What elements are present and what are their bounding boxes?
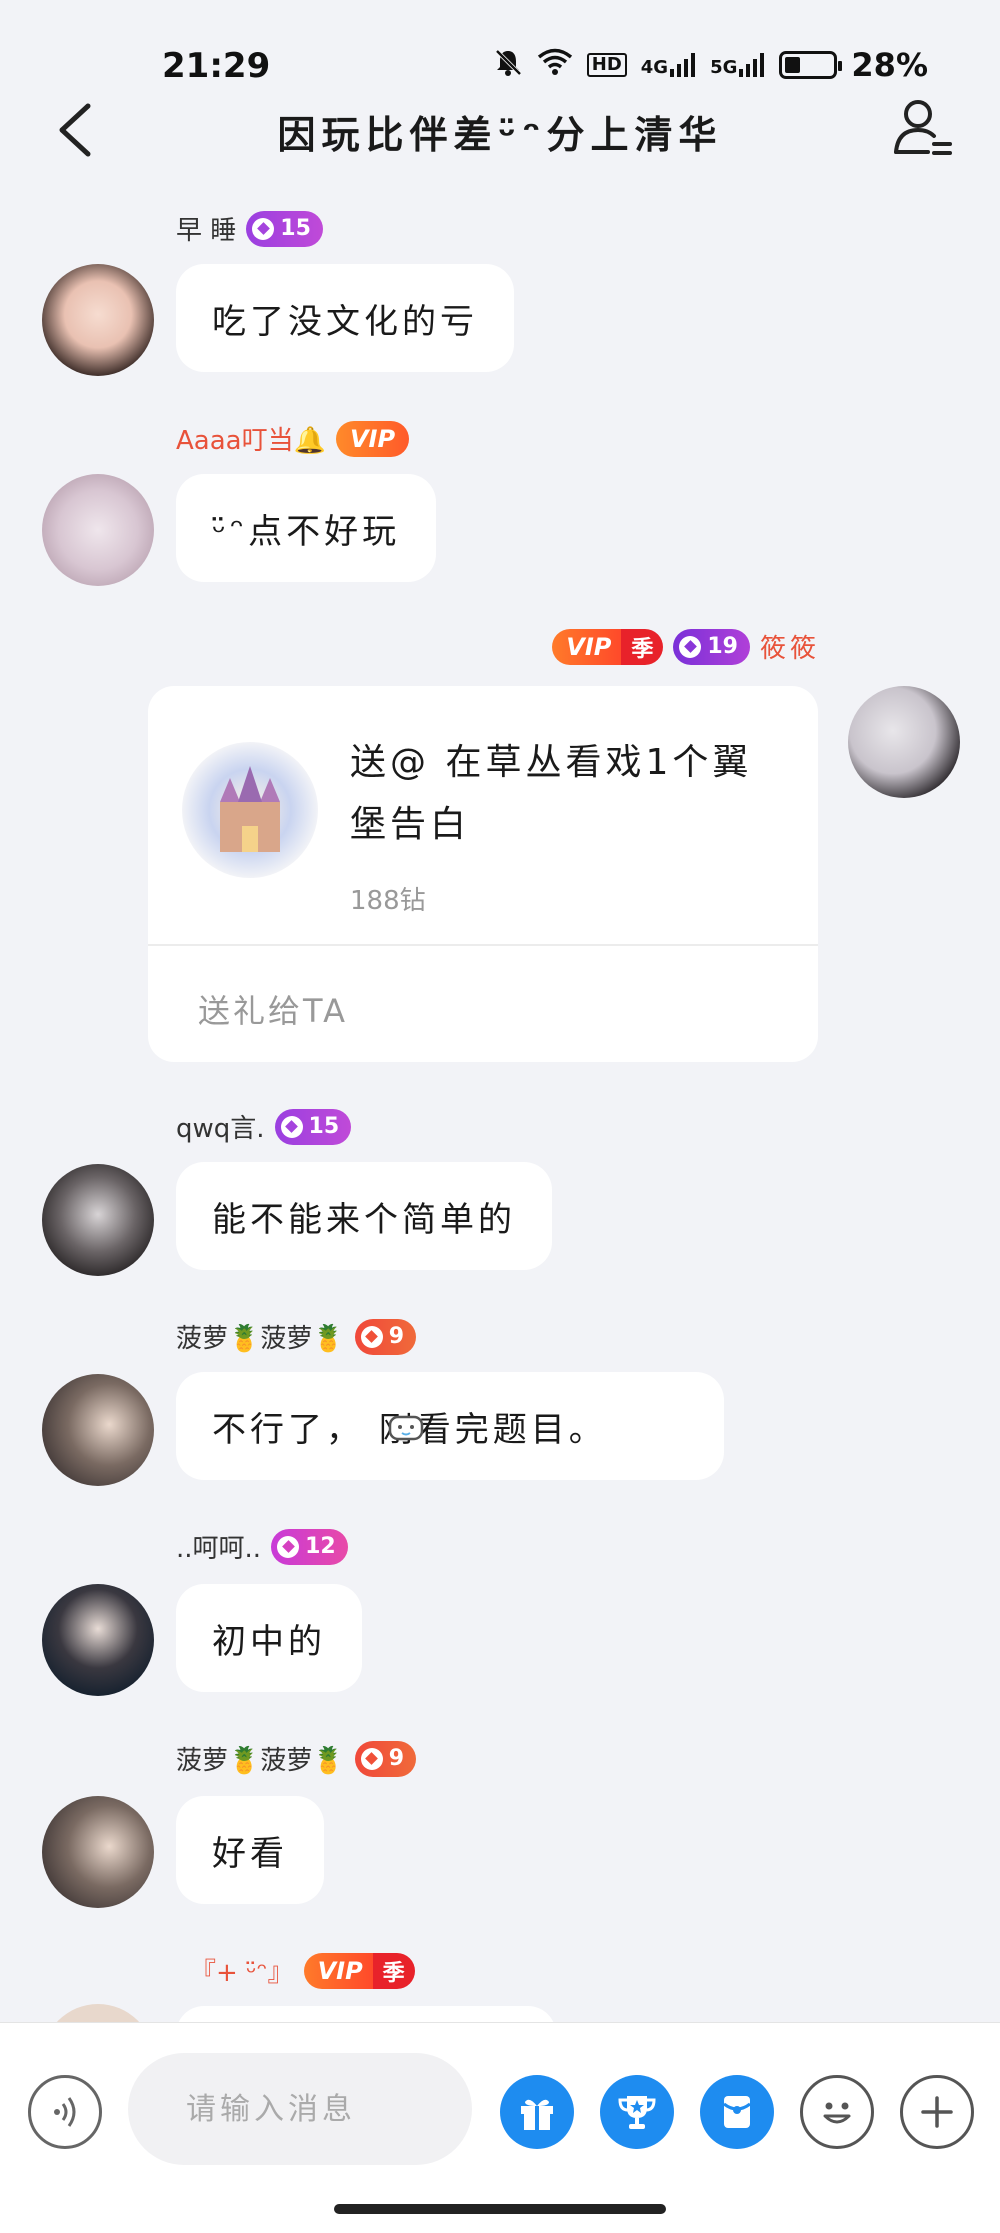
sender-name: Aaaa叮当🔔	[176, 426, 326, 456]
sender-name: qwq言.	[176, 1114, 265, 1144]
red-packet-button[interactable]	[700, 2075, 774, 2149]
battery-icon	[779, 51, 843, 79]
back-button[interactable]	[52, 98, 100, 162]
message-sender: qwq言. 15	[176, 1108, 352, 1145]
level-badge: 15	[274, 1108, 352, 1145]
signal-4g-icon: 4G	[641, 53, 696, 77]
chat-title: 因玩比伴差ᵕ̈ᵔ分上清华	[277, 113, 723, 157]
level-badge: 12	[271, 1528, 348, 1565]
emoji-icon	[388, 1415, 424, 1441]
gift-description: 送@ 在草丛看戏1个翼堡告白	[350, 742, 753, 845]
network-5g-label: 5G	[710, 57, 738, 78]
sender-name: 早 睡	[176, 216, 237, 246]
avatar[interactable]	[42, 474, 154, 586]
sender-name: 菠萝🍍菠萝🍍	[176, 1746, 345, 1776]
level-number: 19	[707, 634, 738, 659]
gift-icon	[521, 2099, 553, 2130]
trophy-icon	[618, 2096, 656, 2129]
message-sender: Aaaa叮当🔔 VIP	[176, 420, 410, 457]
vip-label: VIP	[303, 1952, 373, 1989]
season-label: 季	[621, 628, 664, 665]
diamond-icon	[360, 1325, 383, 1348]
smiley-icon	[823, 2102, 851, 2124]
vip-season-badge: VIP 季	[552, 628, 664, 665]
more-button[interactable]	[900, 2075, 974, 2149]
message-bubble[interactable]: 吃了没文化的亏	[176, 264, 514, 372]
network-4g-label: 4G	[640, 57, 669, 78]
sender-name: 菠萝🍍菠萝🍍	[176, 1324, 345, 1354]
vip-season-badge: VIP 季	[303, 1952, 415, 1989]
message-sender: 早 睡 15	[176, 210, 323, 247]
message-sender: 菠萝🍍菠萝🍍 9	[176, 1740, 417, 1777]
level-badge: 15	[246, 210, 323, 247]
group-members-button[interactable]	[892, 96, 954, 158]
red-packet-icon	[723, 2096, 751, 2128]
sender-name: 筱筱	[759, 634, 820, 664]
battery-percent: 28%	[851, 46, 928, 84]
message-bubble[interactable]: ᵕ̈ᵔ点不好玩	[176, 474, 437, 582]
bell-off-icon	[493, 47, 523, 84]
message-sender: 菠萝🍍菠萝🍍 9	[176, 1318, 417, 1355]
gift-button[interactable]	[500, 2075, 574, 2149]
voice-button[interactable]	[28, 2075, 102, 2149]
diamond-icon	[360, 1747, 383, 1770]
avatar[interactable]	[42, 1796, 154, 1908]
vip-label: VIP	[552, 628, 622, 665]
level-number: 12	[305, 1534, 336, 1559]
avatar[interactable]	[42, 264, 154, 376]
level-number: 9	[388, 1746, 405, 1771]
signal-5g-icon: 5G	[710, 53, 765, 77]
message-bubble[interactable]: 能不能来个简单的	[176, 1162, 552, 1270]
avatar[interactable]	[42, 1164, 154, 1276]
sender-name: ..呵呵..	[176, 1534, 262, 1564]
gift-card[interactable]: 送@ 在草丛看戏1个翼堡告白 188钻 送礼给TA	[148, 686, 818, 1062]
wifi-icon	[537, 48, 573, 83]
level-number: 15	[308, 1114, 340, 1139]
sender-name: 『+ ᵕ̈ᵔ』	[190, 1958, 294, 1988]
level-number: 9	[388, 1324, 405, 1349]
voice-icon	[54, 2097, 76, 2127]
diamond-icon	[679, 635, 702, 658]
diamond-icon	[277, 1535, 300, 1558]
battery-fill	[785, 57, 800, 73]
level-badge: 9	[354, 1740, 417, 1777]
chevron-left-icon	[59, 103, 91, 157]
level-number: 15	[280, 216, 311, 241]
avatar[interactable]	[42, 1374, 154, 1486]
divider	[148, 944, 818, 946]
diamond-icon	[280, 1115, 303, 1138]
diamond-icon	[252, 217, 275, 240]
status-time: 21:29	[162, 46, 271, 86]
send-gift-link[interactable]: 送礼给TA	[198, 986, 348, 1032]
message-bubble[interactable]: 不行了， 刚看完题目。	[176, 1372, 724, 1480]
season-label: 季	[372, 1952, 415, 1989]
plus-icon	[921, 2096, 953, 2128]
home-indicator[interactable]	[334, 2204, 666, 2214]
status-icons: HD 4G 5G 28%	[493, 46, 928, 84]
message-input[interactable]	[128, 2053, 472, 2165]
message-sender: 『+ ᵕ̈ᵔ』 VIP 季	[190, 1952, 415, 1989]
user-list-icon	[894, 100, 952, 155]
message-sender: ..呵呵.. 12	[176, 1528, 348, 1565]
hd-icon: HD	[586, 53, 627, 77]
gift-price: 188钻	[350, 886, 426, 916]
message-bubble[interactable]: 初中的	[176, 1584, 362, 1692]
vip-badge: VIP	[335, 420, 410, 457]
input-bar	[0, 2022, 1000, 2233]
message-bubble[interactable]: 好看	[176, 1796, 324, 1904]
avatar[interactable]	[848, 686, 960, 798]
trophy-button[interactable]	[600, 2075, 674, 2149]
level-badge: 9	[354, 1318, 417, 1355]
level-badge: 19	[673, 628, 750, 665]
emoji-button[interactable]	[800, 2075, 874, 2149]
castle-gift-image	[182, 742, 318, 878]
avatar[interactable]	[42, 1584, 154, 1696]
message-sender: VIP 季 19 筱筱	[552, 628, 820, 665]
